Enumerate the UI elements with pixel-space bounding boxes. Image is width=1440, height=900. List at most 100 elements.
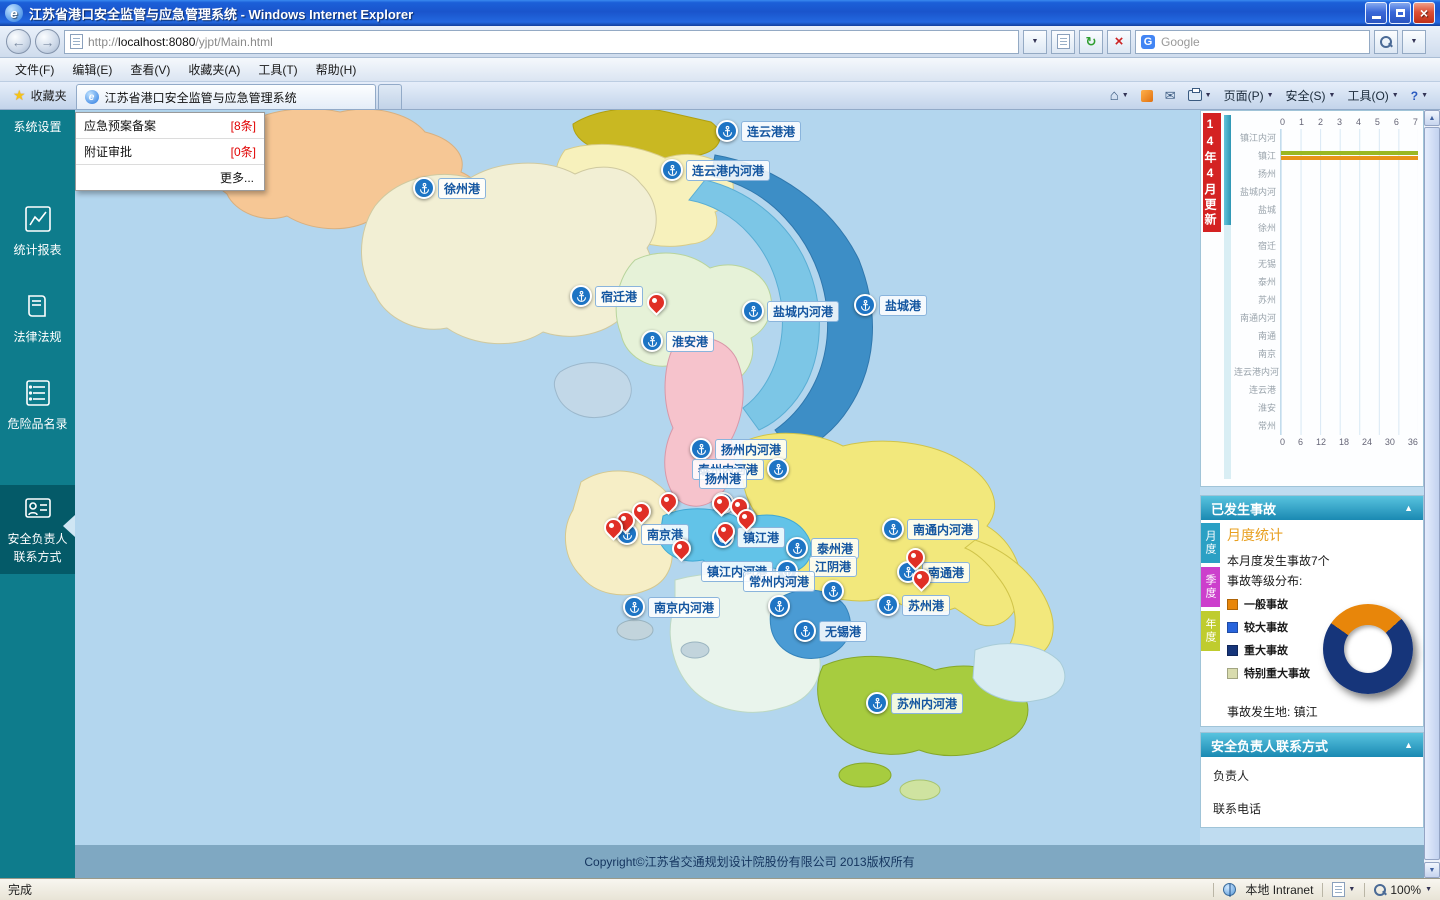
sidebar-item-laws[interactable]: 法律法规: [0, 283, 75, 354]
menu-item[interactable]: 收藏夹(A): [179, 58, 249, 81]
accidents-panel-header[interactable]: 已发生事故 ▲: [1201, 496, 1423, 520]
port-label: 苏州港: [902, 595, 950, 616]
maximize-button[interactable]: [1389, 2, 1411, 24]
menu-item[interactable]: 文件(F): [6, 58, 63, 81]
chart-category-label: 南通内河: [1234, 309, 1280, 327]
google-logo-icon: G: [1141, 35, 1155, 49]
chart-row-plot: [1280, 345, 1418, 363]
search-button[interactable]: [1374, 30, 1398, 54]
zoom-control[interactable]: 100% ▼: [1374, 883, 1432, 897]
chart-scrollbar[interactable]: [1224, 115, 1231, 479]
legend-item: 特别重大事故: [1227, 665, 1335, 681]
sidebar-item-safety-contacts[interactable]: 安全负责人联系方式: [0, 485, 75, 574]
menu-item[interactable]: 工具(T): [249, 58, 306, 81]
chart-row-plot: [1280, 417, 1418, 435]
status-bar: 完成 本地 Intranet ▼ 100% ▼: [0, 878, 1440, 900]
port-label: 江阴港: [809, 556, 857, 577]
scrollbar-thumb[interactable]: [1424, 127, 1440, 860]
anchor-icon: [866, 692, 888, 714]
chart-category-label: 苏州: [1234, 291, 1280, 309]
help-button[interactable]: ?▼: [1411, 89, 1428, 103]
province-map[interactable]: 连云港港连云港内河港徐州港宿迁港淮安港盐城内河港盐城港扬州内河港泰州内河港扬州港…: [75, 110, 1200, 845]
contacts-panel-header[interactable]: 安全负责人联系方式 ▲: [1201, 733, 1423, 757]
chart-row: 南通: [1234, 327, 1418, 345]
map-base-svg: [75, 110, 1200, 845]
anchor-icon: [570, 285, 592, 307]
accidents-summary: 本月度发生事故7个: [1227, 552, 1419, 569]
collapse-arrow-icon[interactable]: ▲: [1404, 503, 1413, 513]
search-dropdown-button[interactable]: ▼: [1402, 30, 1426, 54]
favorites-button[interactable]: ★ 收藏夹: [4, 83, 76, 109]
list-icon: [23, 378, 53, 408]
menu-item[interactable]: 查看(V): [121, 58, 179, 81]
address-input[interactable]: http://localhost:8080/yjpt/Main.html: [64, 30, 1019, 54]
chart-scrollbar-thumb[interactable]: [1224, 115, 1231, 225]
accidents-panel: 已发生事故 ▲ 月度季度年度 月度统计 本月度发生事故7个 事故等级分布: 一般…: [1200, 495, 1424, 727]
legend-item: 较大事故: [1227, 619, 1335, 635]
vertical-scrollbar[interactable]: ▲ ▼: [1424, 110, 1440, 878]
page-menu-button[interactable]: 页面(P)▼: [1224, 87, 1274, 104]
title-bar: e 江苏省港口安全监管与应急管理系统 - Windows Internet Ex…: [0, 0, 1440, 26]
address-toolbar: ← → http://localhost:8080/yjpt/Main.html…: [0, 26, 1440, 58]
axis-tick: 24: [1362, 437, 1372, 449]
anchor-icon: [786, 537, 808, 559]
address-dropdown-button[interactable]: ▼: [1023, 30, 1047, 54]
legend-label: 重大事故: [1244, 642, 1288, 658]
chart-category-label: 连云港内河: [1234, 363, 1280, 381]
tab-bar: ★ 收藏夹 e 江苏省港口安全监管与应急管理系统 ⌂▼ ✉ ▼ 页面(P)▼ 安…: [0, 82, 1440, 110]
back-button[interactable]: ←: [6, 29, 31, 54]
page-zoom-icon-button[interactable]: ▼: [1332, 882, 1355, 897]
chart-row-plot: [1280, 309, 1418, 327]
print-button[interactable]: ▼: [1188, 90, 1212, 101]
scroll-down-button[interactable]: ▼: [1424, 862, 1440, 878]
feeds-button[interactable]: [1141, 90, 1153, 102]
chart-category-label: 镇江内河: [1234, 129, 1280, 147]
popup-menu-item[interactable]: 应急预案备案[8条]: [76, 113, 264, 139]
popup-more-link[interactable]: 更多...: [76, 165, 264, 190]
chart-row: 淮安: [1234, 399, 1418, 417]
home-button[interactable]: ⌂▼: [1110, 87, 1129, 104]
refresh-button[interactable]: ↻: [1079, 30, 1103, 54]
safety-menu-button[interactable]: 安全(S)▼: [1286, 87, 1336, 104]
tab-title: 江苏省港口安全监管与应急管理系统: [105, 89, 297, 106]
window-title: 江苏省港口安全监管与应急管理系统 - Windows Internet Expl…: [29, 4, 413, 23]
menu-item[interactable]: 编辑(E): [63, 58, 121, 81]
contacts-header-label: 安全负责人联系方式: [1211, 736, 1328, 755]
menu-item[interactable]: 帮助(H): [307, 58, 366, 81]
chart-category-label: 盐城内河: [1234, 183, 1280, 201]
page-tab[interactable]: e 江苏省港口安全监管与应急管理系统: [76, 84, 376, 109]
accident-tab-0[interactable]: 月度: [1201, 523, 1220, 563]
magnifier-icon: [1374, 884, 1386, 896]
collapse-arrow-icon[interactable]: ▲: [1404, 740, 1413, 750]
sidebar-item-system-settings[interactable]: 系统设置: [0, 110, 75, 144]
minimize-button[interactable]: [1365, 2, 1387, 24]
port-label: 盐城港: [879, 295, 927, 316]
legend-label: 较大事故: [1244, 619, 1288, 635]
tools-menu-button[interactable]: 工具(O)▼: [1347, 87, 1398, 104]
chart-row: 无锡: [1234, 255, 1418, 273]
sidebar-item-statistics[interactable]: 统计报表: [0, 196, 75, 267]
popup-menu-item[interactable]: 附证审批[0条]: [76, 139, 264, 165]
scroll-up-button[interactable]: ▲: [1424, 110, 1440, 126]
read-mail-button[interactable]: ✉: [1165, 88, 1176, 104]
close-button[interactable]: ×: [1413, 2, 1435, 24]
new-tab-stub[interactable]: [378, 84, 402, 109]
search-input[interactable]: G Google: [1135, 30, 1370, 54]
anchor-icon: [716, 120, 738, 142]
map-regions: [75, 110, 1200, 845]
chart-row: 徐州: [1234, 219, 1418, 237]
chart-row-plot: [1280, 273, 1418, 291]
axis-tick: 3: [1337, 117, 1342, 129]
url-path: /yjpt/Main.html: [195, 35, 272, 49]
accident-tab-1[interactable]: 季度: [1201, 567, 1220, 607]
stop-button[interactable]: ×: [1107, 30, 1131, 54]
sidebar-item-dangerous-goods[interactable]: 危险品名录: [0, 370, 75, 441]
forward-button[interactable]: →: [35, 29, 60, 54]
port-label: 扬州港: [699, 468, 747, 489]
zone-label: 本地 Intranet: [1245, 881, 1313, 898]
chart-bar: [1281, 151, 1418, 155]
compatibility-view-button[interactable]: [1051, 30, 1075, 54]
page-footer: Copyright©江苏省交通规划设计院股份有限公司 2013版权所有: [75, 845, 1424, 878]
anchor-icon: [413, 177, 435, 199]
accident-tab-2[interactable]: 年度: [1201, 611, 1220, 651]
